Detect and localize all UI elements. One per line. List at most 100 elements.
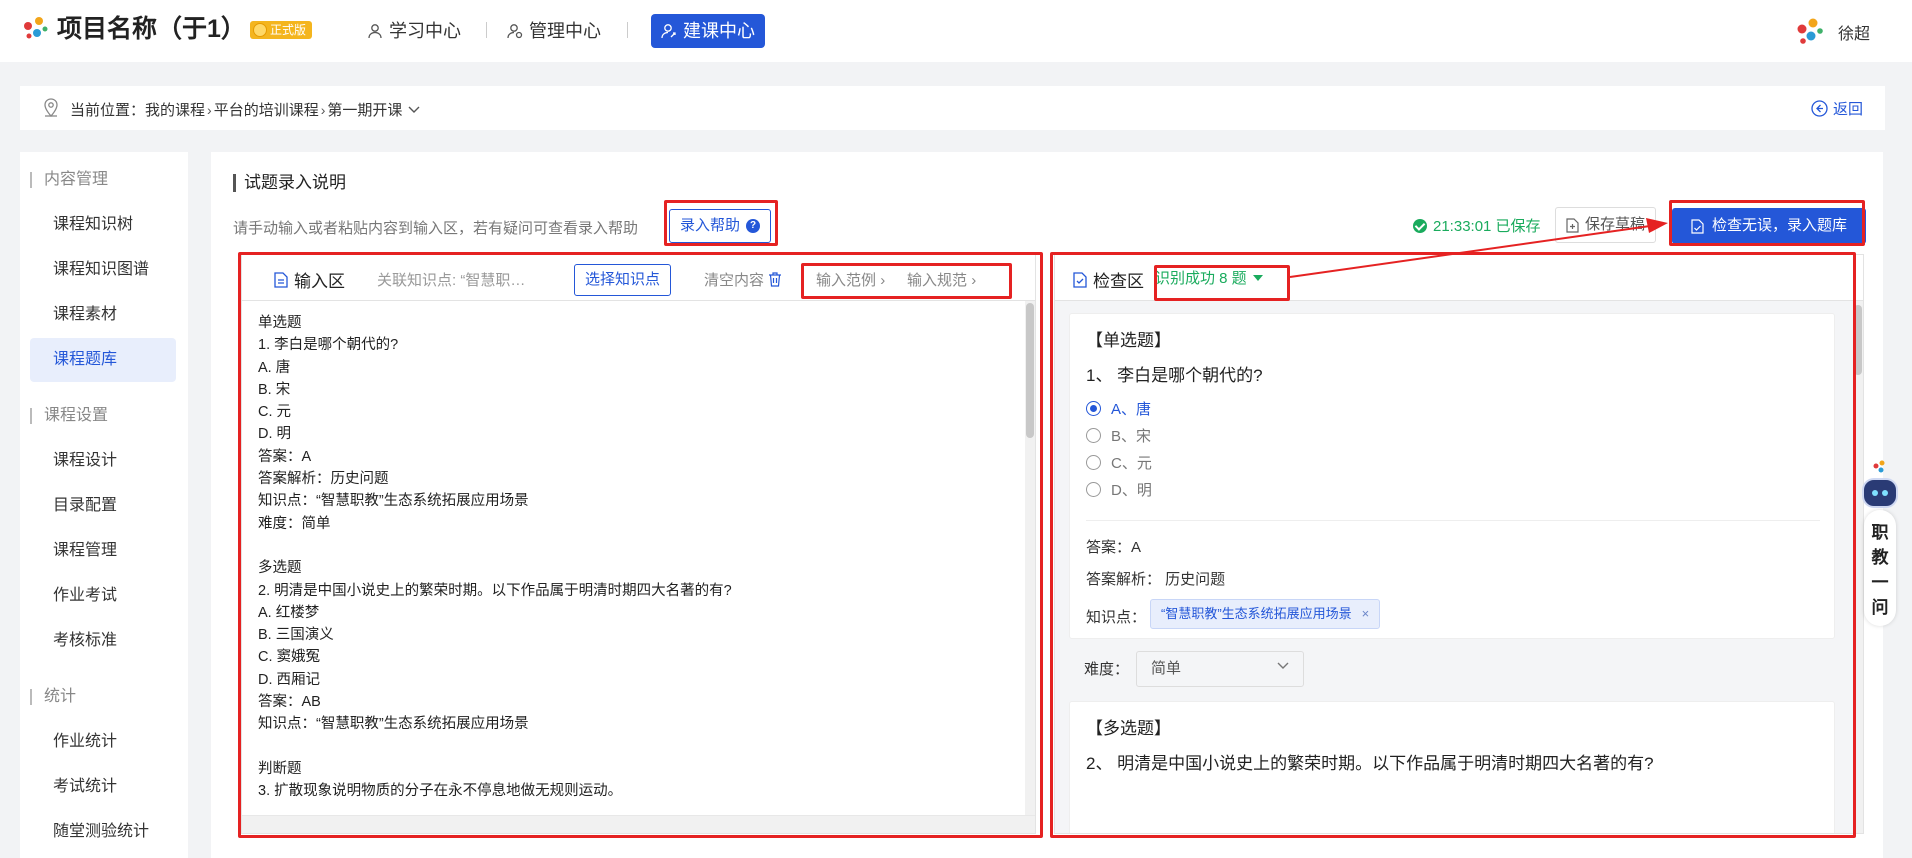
question-card: 【单选题】 1、 李白是哪个朝代的? A、唐 B、宋 C、元 D、明 答案：A …	[1069, 313, 1835, 639]
scrollbar-thumb[interactable]	[1026, 303, 1034, 438]
question-stem: 1、 李白是哪个朝代的?	[1086, 366, 1263, 385]
document-icon	[274, 271, 288, 288]
radio-icon	[1086, 428, 1101, 443]
sidebar-item-quiz-stats[interactable]: 随堂测验统计	[30, 810, 176, 854]
assistant-widget[interactable]: 职教一问	[1860, 456, 1900, 631]
sidebar-item-exam-stats[interactable]: 考试统计	[30, 765, 176, 809]
horizontal-scrollbar[interactable]	[242, 815, 1035, 833]
input-example-link[interactable]: 输入范例 ›	[816, 269, 885, 290]
breadcrumb-prefix: 当前位置：	[70, 102, 146, 119]
input-area-header: 输入区 关联知识点: “智慧职… 选择知识点 清空内容 输入范例 › 输入规范 …	[242, 255, 1035, 301]
question-card: 【多选题】 2、 明清是中国小说史上的繁荣时期。以下作品属于明清时期四大名著的有…	[1069, 701, 1835, 833]
submit-to-bank-button[interactable]: 检查无误，录入题库	[1672, 208, 1866, 244]
user-name[interactable]: 徐超	[1838, 20, 1870, 44]
recognized-count-dropdown[interactable]: 识别成功 8 题	[1155, 267, 1263, 288]
back-button[interactable]: 返回	[1811, 98, 1863, 119]
scrollbar-thumb[interactable]	[1854, 305, 1862, 375]
question-type: 【单选题】	[1086, 331, 1171, 350]
save-draft-button[interactable]: 保存草稿	[1555, 207, 1657, 243]
nav-label: 建课中心	[683, 21, 755, 41]
chevron-down-icon[interactable]	[408, 106, 420, 114]
divider	[1086, 520, 1820, 521]
check-area-panel: 检查区 识别成功 8 题 【单选题】 1、 李白是哪个朝代的? A、唐 B、宋 …	[1054, 254, 1864, 834]
question-icon: ?	[746, 219, 761, 233]
sidebar-item-course-management[interactable]: 课程管理	[30, 529, 176, 573]
sidebar-group-title: 课程设置	[30, 408, 108, 424]
edition-badge: 正式版	[250, 21, 313, 39]
select-knowledge-point-button[interactable]: 选择知识点	[574, 264, 672, 296]
option-b[interactable]: B、宋	[1086, 425, 1151, 446]
back-arrow-icon	[1811, 100, 1828, 117]
question-input-editor[interactable]: 单选题 1. 李白是哪个朝代的? A. 唐 B. 宋 C. 元 D. 明 答案：…	[258, 312, 1008, 803]
hint-text: 请手动输入或者粘贴内容到输入区，若有疑问可查看录入帮助	[233, 220, 639, 237]
input-area-title-text: 输入区	[294, 272, 345, 291]
question-stem: 2、 明清是中国小说史上的繁荣时期。以下作品属于明清时期四大名著的有?	[1086, 754, 1654, 773]
chevron-right-icon: ›	[320, 101, 326, 118]
nav-divider	[627, 22, 628, 38]
top-header: 项目名称（于1） 正式版 学习中心 管理中心 建课中心 徐超	[0, 0, 1912, 62]
sidebar-group-title: 内容管理	[30, 172, 108, 188]
sidebar-item-knowledge-graph[interactable]: 课程知识图谱	[30, 248, 176, 292]
page-title: 试题录入说明	[233, 174, 346, 192]
save-status: 21:33:01 已保存	[1413, 215, 1541, 236]
save-draft-label: 保存草稿	[1585, 216, 1646, 233]
difficulty-label: 难度：	[1084, 661, 1130, 678]
input-spec-label: 输入规范	[907, 272, 968, 289]
chevron-right-icon: ›	[880, 272, 886, 289]
option-label: B、宋	[1111, 428, 1152, 445]
chevron-right-icon: ›	[207, 101, 212, 118]
assistant-label: 职教一问	[1871, 523, 1889, 617]
sidebar-item-question-bank[interactable]: 课程题库	[30, 338, 176, 382]
document-check-icon	[1073, 271, 1087, 288]
nav-label: 学习中心	[389, 21, 461, 41]
close-icon[interactable]: ×	[1362, 606, 1370, 621]
sidebar-item-assignments-exams[interactable]: 作业考试	[30, 574, 176, 618]
back-label: 返回	[1832, 101, 1863, 118]
answer-text: 答案：A	[1086, 539, 1142, 556]
help-label: 录入帮助	[680, 217, 741, 234]
knowledge-point-label: 知识点：	[1086, 609, 1147, 626]
sidebar-item-assignment-stats[interactable]: 作业统计	[30, 720, 176, 764]
trash-icon	[769, 272, 782, 287]
input-spec-link[interactable]: 输入规范 ›	[907, 269, 976, 290]
breadcrumb-item[interactable]: 平台的培训课程	[214, 99, 319, 120]
user-study-icon	[368, 24, 382, 39]
knowledge-point-tag-text: “智慧职教”生态系统拓展应用场景	[1161, 606, 1352, 621]
option-d[interactable]: D、明	[1086, 479, 1152, 500]
related-knowledge-point: 关联知识点: “智慧职…	[377, 272, 526, 289]
coin-icon	[253, 23, 267, 37]
sidebar-item-assessment-standard[interactable]: 考核标准	[30, 619, 176, 663]
breadcrumb-item[interactable]: 我的课程	[145, 99, 205, 120]
nav-course-build-center[interactable]: 建课中心	[651, 14, 765, 48]
check-circle-icon	[1413, 218, 1427, 233]
help-button[interactable]: 录入帮助 ?	[669, 209, 772, 243]
analysis-text: 答案解析： 历史问题	[1086, 571, 1226, 588]
option-label: D、明	[1111, 482, 1152, 499]
difficulty-value: 简单	[1151, 660, 1182, 677]
robot-icon	[1862, 478, 1898, 508]
nav-learning-center[interactable]: 学习中心	[367, 14, 461, 48]
nav-management-center[interactable]: 管理中心	[507, 14, 601, 48]
input-example-label: 输入范例	[816, 272, 877, 289]
clear-content-button[interactable]: 清空内容	[704, 269, 782, 290]
chevron-down-icon	[1277, 662, 1289, 669]
user-manage-icon	[507, 24, 523, 39]
input-area-title: 输入区	[274, 267, 345, 292]
sidebar-item-knowledge-tree[interactable]: 课程知识树	[30, 203, 176, 247]
option-a[interactable]: A、唐	[1086, 398, 1151, 419]
breadcrumb-trail: 当前位置： 我的课程 › 平台的培训课程 › 第一期开课	[70, 99, 420, 120]
sidebar-item-materials[interactable]: 课程素材	[30, 293, 176, 337]
difficulty-select[interactable]: 简单	[1136, 651, 1304, 687]
caret-down-icon	[1252, 274, 1263, 281]
user-build-icon	[661, 24, 676, 39]
submit-label: 检查无误，录入题库	[1711, 217, 1847, 234]
document-check-icon	[1691, 218, 1704, 234]
breadcrumb-item[interactable]: 第一期开课	[327, 99, 402, 120]
main-panel: 试题录入说明 请手动输入或者粘贴内容到输入区，若有疑问可查看录入帮助 录入帮助 …	[211, 152, 1883, 858]
sidebar-item-course-design[interactable]: 课程设计	[30, 439, 176, 483]
option-c[interactable]: C、元	[1086, 452, 1152, 473]
save-status-text: 21:33:01 已保存	[1433, 218, 1541, 235]
sidebar-item-catalog-config[interactable]: 目录配置	[30, 484, 176, 528]
radio-icon	[1086, 482, 1101, 497]
avatar[interactable]	[1793, 13, 1825, 47]
